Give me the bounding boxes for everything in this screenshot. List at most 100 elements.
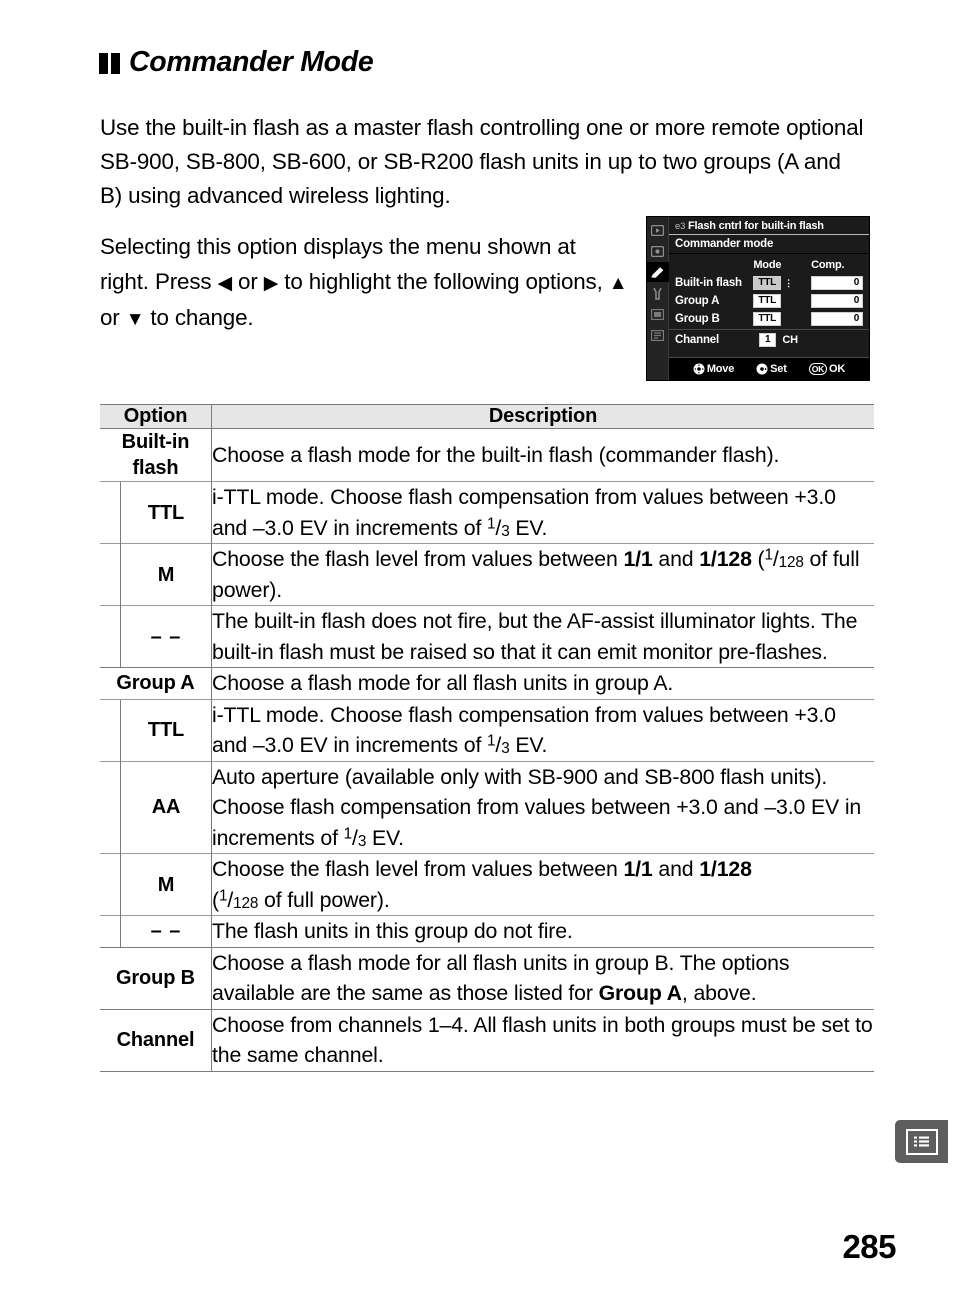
lcd-row-label: Group B bbox=[675, 313, 720, 325]
description-channel: Choose from channels 1–4. All flash unit… bbox=[211, 1008, 874, 1072]
lcd-comp-value[interactable]: 0 bbox=[811, 276, 864, 290]
description-built-in-flash: Choose a flash mode for the built-in fla… bbox=[212, 442, 780, 467]
desc-text-post: EV. bbox=[509, 733, 548, 757]
table-indent-spacer bbox=[100, 915, 121, 947]
lcd-comp-value[interactable]: 0 bbox=[811, 294, 864, 308]
lcd-footer-set-label: Set bbox=[770, 363, 787, 375]
option-label-group-b: Group B bbox=[100, 946, 212, 1009]
instruction-text-2: to highlight the following options, bbox=[278, 268, 609, 294]
table-indent-spacer bbox=[100, 481, 121, 544]
lcd-footer-move: Move bbox=[693, 363, 734, 375]
fraction-numerator: 1 bbox=[487, 732, 496, 750]
lcd-menu-code: e3 bbox=[675, 221, 686, 232]
fraction-numerator: 1 bbox=[343, 825, 353, 843]
table-row: AA Auto aperture (available only with SB… bbox=[100, 760, 874, 854]
desc-bold-1: 1/1 bbox=[623, 857, 653, 881]
lcd-footer-ok-label: OK bbox=[829, 363, 846, 375]
multi-selector-right-icon bbox=[756, 363, 768, 375]
table-header-row: Option Description bbox=[100, 404, 874, 429]
table-row: Group A Choose a flash mode for all flas… bbox=[100, 667, 874, 699]
fraction-denominator: 3 bbox=[501, 522, 510, 540]
ok-button-icon: OK bbox=[808, 363, 828, 375]
lcd-column-headers: Mode Comp. bbox=[675, 256, 869, 274]
table-indent-spacer bbox=[100, 760, 121, 854]
option-label-group-a-aa: AA bbox=[120, 760, 212, 854]
fraction-one-third: 1/3 bbox=[487, 732, 510, 757]
option-label-built-in-off: – – bbox=[120, 605, 212, 668]
table-row: – – The built-in flash does not fire, bu… bbox=[100, 605, 874, 668]
lcd-divider bbox=[669, 329, 869, 330]
option-label-group-a-off: – – bbox=[120, 915, 212, 947]
lcd-comp-header: Comp. bbox=[811, 259, 845, 271]
description-built-in-ttl: i-TTL mode. Choose flash compensation fr… bbox=[211, 481, 874, 544]
flash-compensation-icon: ⋮ bbox=[784, 277, 794, 288]
lcd-row-channel[interactable]: Channel 1 CH bbox=[675, 331, 869, 349]
lcd-submenu-title: Commander mode bbox=[669, 235, 869, 254]
table-header-option: Option bbox=[100, 404, 212, 429]
desc-text: Auto aperture (available only with SB-90… bbox=[212, 764, 862, 850]
instruction-paragraph: Selecting this option displays the menu … bbox=[100, 230, 630, 338]
option-label-group-a-ttl: TTL bbox=[120, 698, 212, 761]
desc-bold-2: 1/128 bbox=[699, 547, 752, 571]
table-row: – – The flash units in this group do not… bbox=[100, 915, 874, 947]
multi-selector-icon bbox=[693, 363, 705, 375]
arrow-left-icon: ◀ bbox=[217, 272, 233, 294]
lcd-menu-sidebar bbox=[647, 217, 669, 380]
lcd-footer-set: Set bbox=[756, 363, 787, 375]
lcd-row-label: Group A bbox=[675, 295, 720, 307]
lcd-footer-ok: OK OK bbox=[808, 363, 846, 375]
lcd-footer-bar: Move Set OK OK bbox=[669, 357, 869, 380]
desc-text: Choose the flash level from values betwe… bbox=[212, 547, 624, 571]
description-group-a-ttl: i-TTL mode. Choose flash compensation fr… bbox=[211, 698, 874, 761]
arrow-up-icon: ▲ bbox=[608, 272, 628, 294]
lcd-mode-value[interactable]: TTL bbox=[753, 294, 782, 308]
lcd-content: e3 Flash cntrl for built-in flash Comman… bbox=[669, 217, 869, 380]
lcd-channel-value[interactable]: 1 bbox=[759, 333, 777, 347]
section-tab-marker[interactable] bbox=[895, 1120, 948, 1163]
lcd-channel-unit: CH bbox=[782, 334, 798, 346]
lcd-settings-grid: Mode Comp. Built-in flash TTL ⋮ 0 Group A… bbox=[669, 254, 869, 357]
instruction-or-2: or bbox=[100, 305, 126, 331]
desc-text-post: of full power). bbox=[258, 887, 390, 912]
option-label-built-in-ttl: TTL bbox=[120, 481, 212, 544]
fraction-numerator: 1 bbox=[218, 887, 228, 905]
desc-text-mid: and bbox=[652, 857, 700, 881]
table-row: TTL i-TTL mode. Choose flash compensatio… bbox=[100, 698, 874, 761]
lcd-mode-value[interactable]: TTL bbox=[753, 312, 782, 326]
lcd-row-built-in-flash[interactable]: Built-in flash TTL ⋮ 0 bbox=[675, 274, 869, 292]
lcd-menu-title: e3 Flash cntrl for built-in flash bbox=[669, 217, 869, 235]
desc-bold-1: 1/1 bbox=[623, 547, 653, 571]
instruction-or-1: or bbox=[231, 268, 264, 294]
fraction-one-128: 1/128 bbox=[764, 546, 804, 571]
description-group-a-aa: Auto aperture (available only with SB-90… bbox=[211, 760, 874, 854]
intro-paragraph: Use the built-in flash as a master flash… bbox=[100, 115, 864, 209]
description-group-a: Choose a flash mode for all flash units … bbox=[211, 667, 874, 699]
options-table: Option Description Built-in flash Choose… bbox=[100, 404, 874, 1072]
table-row: Group B Choose a flash mode for all flas… bbox=[100, 946, 874, 1009]
lcd-row-group-b[interactable]: Group B TTL 0 bbox=[675, 310, 869, 328]
lcd-footer-move-label: Move bbox=[706, 363, 735, 375]
desc-bold-1: Group A bbox=[598, 981, 682, 1005]
option-label-channel: Channel bbox=[100, 1008, 212, 1072]
desc-bold-2: 1/128 bbox=[699, 857, 752, 881]
lcd-comp-value[interactable]: 0 bbox=[811, 312, 864, 326]
camera-lcd-illustration: e3 Flash cntrl for built-in flash Comman… bbox=[646, 216, 870, 381]
lcd-menu-title-text: Flash cntrl for built-in flash bbox=[688, 220, 824, 232]
fraction-denominator: 128 bbox=[778, 553, 804, 571]
desc-text-post: EV. bbox=[509, 515, 548, 540]
fraction-one-third: 1/3 bbox=[487, 515, 510, 540]
page-title-text: Commander Mode bbox=[129, 46, 374, 78]
custom-settings-menu-icon bbox=[647, 262, 669, 282]
option-label-built-in-m: M bbox=[120, 543, 212, 606]
arrow-down-icon: ▼ bbox=[125, 309, 145, 331]
table-indent-spacer bbox=[100, 605, 121, 668]
desc-text-line2: ( bbox=[751, 547, 765, 571]
option-label-built-in-flash: Built-in flash bbox=[100, 428, 212, 482]
lcd-mode-value[interactable]: TTL bbox=[753, 276, 782, 290]
retouch-menu-icon bbox=[649, 304, 667, 324]
desc-text-post: , above. bbox=[681, 981, 757, 1005]
instruction-text-3: to change. bbox=[144, 305, 254, 331]
lcd-row-group-a[interactable]: Group A TTL 0 bbox=[675, 292, 869, 310]
fraction-numerator: 1 bbox=[487, 515, 496, 533]
fraction-numerator: 1 bbox=[764, 546, 774, 564]
